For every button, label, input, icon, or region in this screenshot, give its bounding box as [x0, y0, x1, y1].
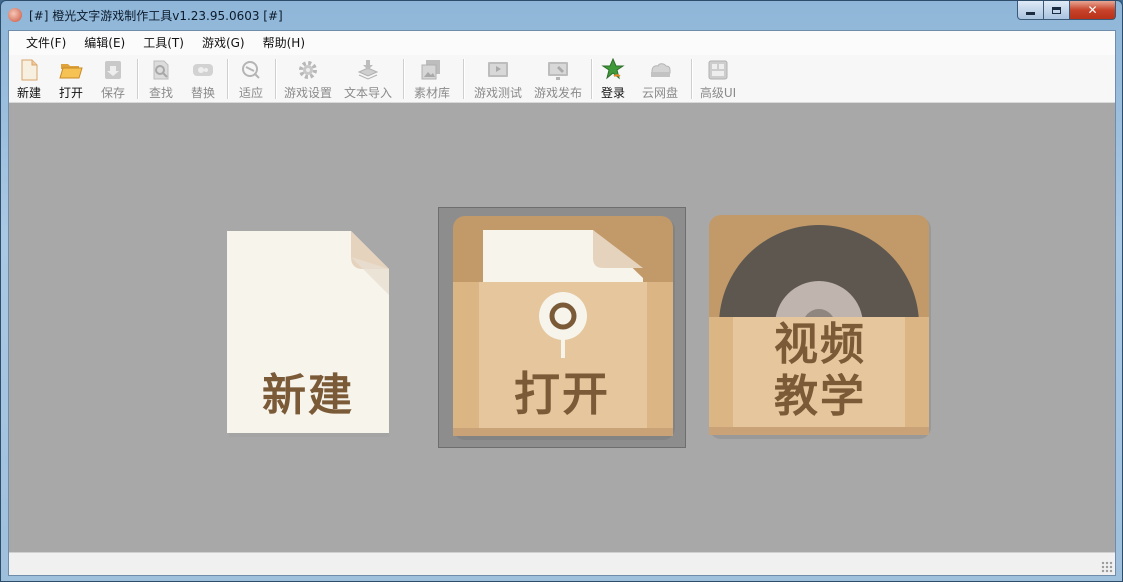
app-window: [#] 橙光文字游戏制作工具v1.23.95.0603 [#] ✕ 文件(F) …	[0, 0, 1123, 582]
toolbar-replace-label: 替换	[190, 86, 215, 100]
toolbar-open-label: 打开	[58, 86, 83, 100]
toolbar-login-label: 登录	[600, 86, 625, 100]
toolbar-separator	[275, 59, 277, 99]
menu-edit[interactable]: 编辑(E)	[75, 31, 134, 55]
window-controls: ✕	[1017, 1, 1116, 21]
toolbar-game-publish-button[interactable]: 游戏发布	[531, 57, 585, 101]
toolbar-separator	[591, 59, 593, 99]
toolbar-save-label: 保存	[100, 86, 125, 100]
toolbar-text-import-label: 文本导入	[343, 86, 392, 100]
toolbar-find-label: 查找	[148, 86, 173, 100]
save-icon	[105, 61, 121, 79]
toolbar-game-publish-label: 游戏发布	[533, 86, 582, 100]
start-new-label: 新建	[262, 370, 354, 421]
app-icon[interactable]	[8, 8, 22, 22]
menu-tools[interactable]: 工具(T)	[134, 31, 193, 55]
start-tutorial-card[interactable]: 视频 教学	[709, 215, 931, 439]
toolbar-asset-library-label: 素材库	[413, 86, 450, 100]
start-open-card[interactable]: 打开	[438, 207, 686, 448]
asset-library-icon	[421, 60, 440, 80]
open-folder-icon	[59, 64, 83, 79]
fit-icon	[242, 61, 260, 79]
game-publish-icon	[548, 62, 568, 80]
toolbar: 新建 打开 保存 查找 替换 适应 游戏设置 文本导入 素材库 游戏测试 游戏发…	[9, 55, 1115, 103]
maximize-button[interactable]	[1044, 1, 1070, 20]
find-icon	[153, 60, 169, 80]
toolbar-game-settings-button[interactable]: 游戏设置	[281, 57, 335, 101]
toolbar-separator	[403, 59, 405, 99]
toolbar-separator	[227, 59, 229, 99]
close-icon: ✕	[1087, 3, 1098, 17]
toolbar-save-button[interactable]: 保存	[97, 57, 129, 101]
start-tutorial-label-line2: 教学	[774, 371, 866, 422]
toolbar-cloud-drive-label: 云网盘	[641, 86, 678, 100]
toolbar-new-button[interactable]: 新建	[13, 57, 45, 101]
replace-icon	[193, 64, 213, 76]
start-open-label: 打开	[514, 367, 610, 421]
toolbar-new-label: 新建	[16, 86, 41, 100]
advanced-ui-icon	[708, 60, 728, 80]
title-bar[interactable]: [#] 橙光文字游戏制作工具v1.23.95.0603 [#] ✕	[1, 1, 1122, 29]
text-import-icon	[357, 60, 379, 80]
toolbar-game-settings-label: 游戏设置	[283, 86, 332, 100]
toolbar-separator	[691, 59, 693, 99]
toolbar-asset-library-button[interactable]: 素材库	[411, 57, 453, 101]
toolbar-cloud-drive-button[interactable]: 云网盘	[639, 57, 681, 101]
menu-file[interactable]: 文件(F)	[17, 31, 75, 55]
toolbar-separator	[463, 59, 465, 99]
menu-game[interactable]: 游戏(G)	[193, 31, 254, 55]
toolbar-login-button[interactable]: 登录	[597, 57, 629, 101]
client-area: 文件(F) 编辑(E) 工具(T) 游戏(G) 帮助(H) 新建 打开 保存 查…	[8, 30, 1116, 576]
login-star-icon	[601, 58, 625, 80]
toolbar-text-import-button[interactable]: 文本导入	[341, 57, 395, 101]
toolbar-open-button[interactable]: 打开	[55, 57, 87, 101]
toolbar-advanced-ui-label: 高级UI	[699, 86, 737, 100]
toolbar-separator	[137, 59, 139, 99]
minimize-icon	[1026, 11, 1035, 15]
toolbar-fit-button[interactable]: 适应	[235, 57, 267, 101]
window-title: [#] 橙光文字游戏制作工具v1.23.95.0603 [#]	[29, 9, 283, 23]
toolbar-game-test-label: 游戏测试	[473, 86, 522, 100]
toolbar-advanced-ui-button[interactable]: 高级UI	[697, 57, 739, 101]
toolbar-game-test-button[interactable]: 游戏测试	[471, 57, 525, 101]
game-test-icon	[488, 62, 508, 77]
close-button[interactable]: ✕	[1070, 1, 1116, 20]
cloud-drive-icon	[651, 63, 671, 77]
start-new-card[interactable]: 新建	[227, 231, 389, 437]
toolbar-fit-label: 适应	[238, 86, 263, 100]
menu-help[interactable]: 帮助(H)	[254, 31, 314, 55]
status-bar	[9, 552, 1115, 575]
start-tutorial-label-line1: 视频	[774, 319, 866, 370]
toolbar-find-button[interactable]: 查找	[145, 57, 177, 101]
start-workspace: 新建 打开 视频 教学	[9, 103, 1115, 552]
resize-grip-icon[interactable]	[1101, 561, 1113, 573]
minimize-button[interactable]	[1017, 1, 1044, 20]
toolbar-replace-button[interactable]: 替换	[187, 57, 219, 101]
menu-bar: 文件(F) 编辑(E) 工具(T) 游戏(G) 帮助(H)	[9, 31, 1115, 55]
new-file-icon	[21, 59, 38, 81]
maximize-icon	[1052, 6, 1061, 14]
gear-icon	[299, 61, 317, 79]
